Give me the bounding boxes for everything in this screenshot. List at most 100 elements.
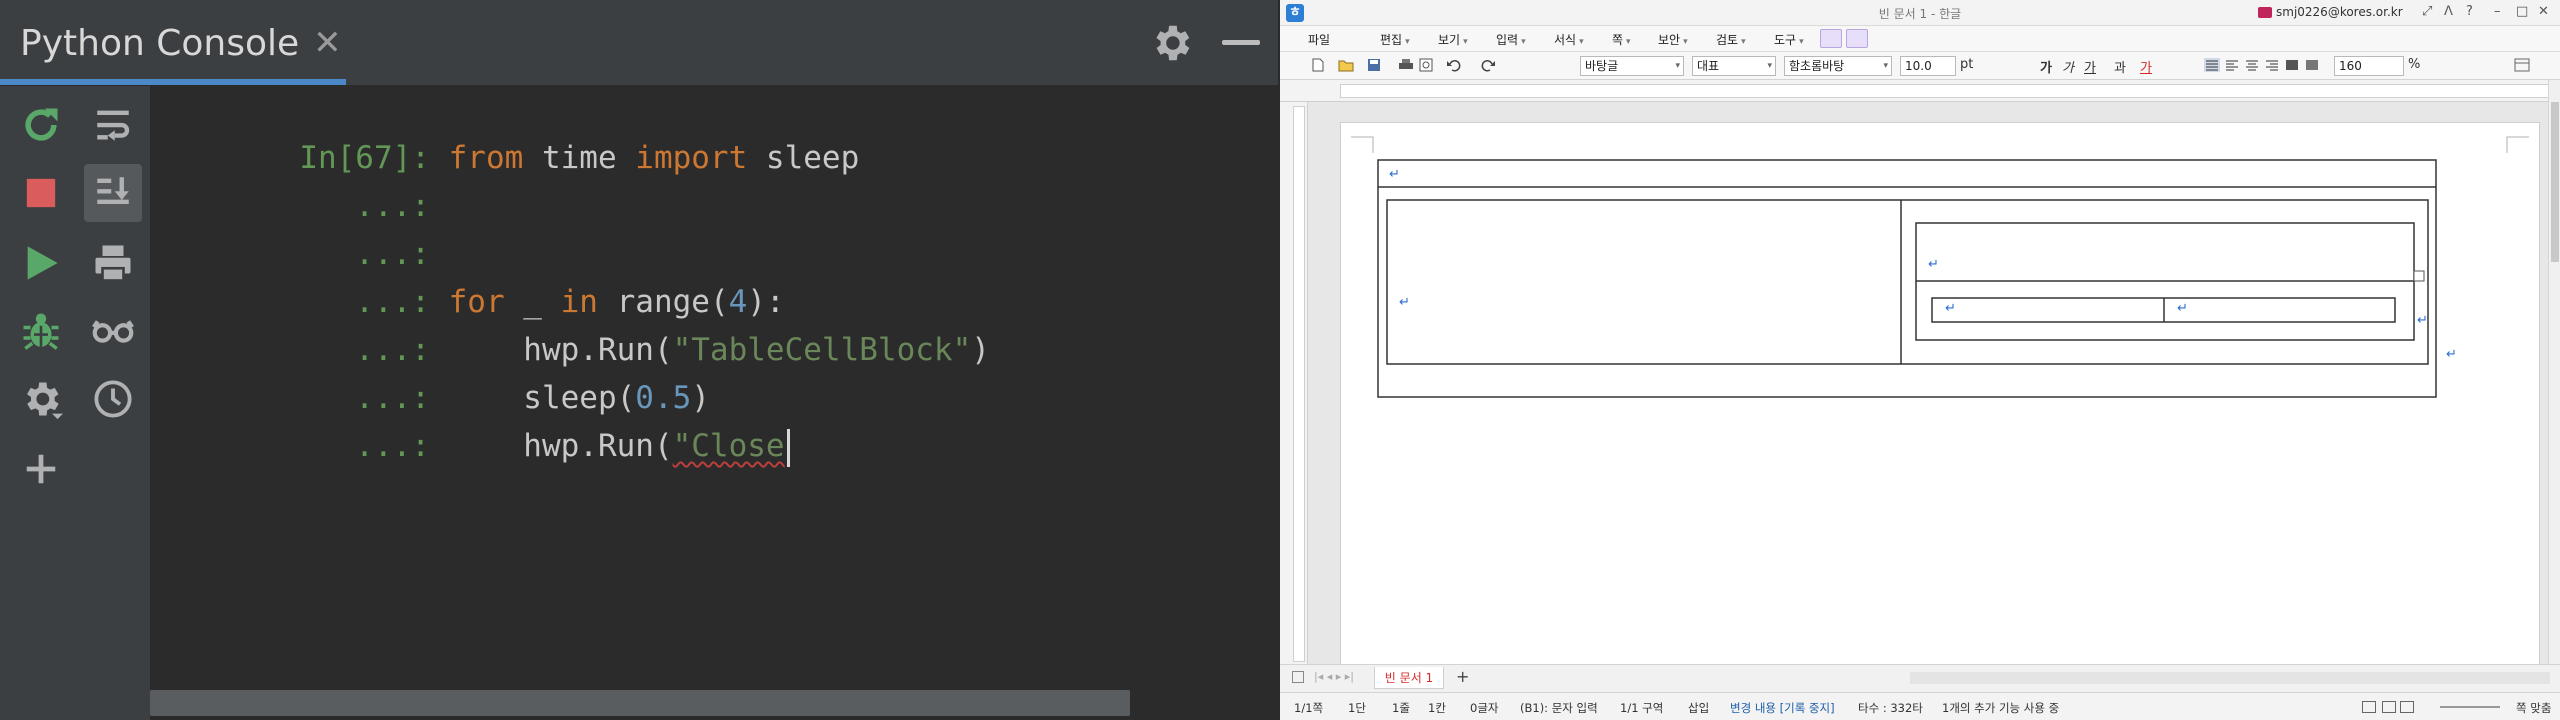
new-document-icon[interactable] — [1310, 58, 1326, 72]
font-name-select[interactable]: 함초롬바탕 ▾ — [1784, 56, 1892, 76]
soft-wrap-icon[interactable] — [84, 96, 142, 154]
vertical-ruler[interactable] — [1290, 102, 1308, 664]
menu-review[interactable]: 검토 ▾ — [1716, 31, 1746, 48]
menu-file[interactable]: 파일 — [1308, 31, 1330, 48]
horizontal-scrollbar[interactable] — [150, 686, 1278, 720]
font-language-select[interactable]: 대표 ▾ — [1692, 56, 1776, 76]
dropdown-arrow-icon: ▾ — [1883, 61, 1888, 71]
paragraph-mark: ↵ — [1399, 295, 1410, 310]
menu-edit[interactable]: 편집 ▾ — [1380, 31, 1410, 48]
save-icon[interactable] — [1366, 58, 1382, 72]
font-size-input[interactable]: 10.0 — [1900, 56, 1956, 76]
menu-security[interactable]: 보안 ▾ — [1658, 31, 1688, 48]
collapse-ribbon-icon[interactable]: ᐱ — [2444, 4, 2453, 19]
maximize-window-button[interactable]: □ — [2516, 4, 2528, 19]
menu-tools[interactable]: 도구 ▾ — [1774, 31, 1804, 48]
divide-icon[interactable] — [2304, 58, 2320, 72]
document-page[interactable]: ↵ ↵ ↵ ↵ ↵ ↵ ↵ — [1340, 122, 2540, 664]
tab-document-1[interactable]: 빈 문서 1 — [1374, 667, 1444, 689]
status-extra-features[interactable]: 1개의 추가 기능 사용 중 — [1942, 700, 2059, 716]
menu-insert[interactable]: 입력 ▾ — [1496, 31, 1526, 48]
stop-icon[interactable] — [12, 164, 70, 222]
document-canvas[interactable]: ↵ ↵ ↵ ↵ ↵ ↵ ↵ — [1308, 102, 2548, 664]
menu-page[interactable]: 쪽 ▾ — [1612, 31, 1631, 48]
layout-toggle-icon[interactable] — [2514, 58, 2530, 72]
zoom-slider[interactable] — [2440, 706, 2500, 708]
table-design-tab-icon[interactable] — [1846, 29, 1868, 48]
strikethrough-button[interactable]: 과 — [2114, 57, 2126, 76]
italic-button[interactable]: 가 — [2062, 57, 2074, 76]
status-chars: 0글자 — [1470, 701, 1499, 715]
align-center-icon[interactable] — [2244, 58, 2260, 72]
underline-button[interactable]: 가 — [2084, 57, 2096, 76]
glasses-icon[interactable] — [84, 302, 142, 360]
user-account[interactable]: smj0226@kores.or.kr — [2258, 5, 2403, 19]
style-select[interactable]: 바탕글 ▾ — [1580, 56, 1684, 76]
view-mode-icon[interactable] — [2382, 701, 2396, 713]
align-justify-icon[interactable] — [2204, 58, 2220, 72]
preview-icon[interactable] — [1418, 58, 1434, 72]
run-icon[interactable] — [12, 234, 70, 292]
view-mode-icon[interactable] — [2400, 701, 2414, 713]
tab-list-icon[interactable] — [1292, 671, 1304, 683]
fullscreen-icon[interactable]: ⤢ — [2422, 4, 2432, 19]
menu-bar: 파일 편집 ▾ 보기 ▾ 입력 ▾ 서식 ▾ 쪽 ▾ 보안 ▾ 검토 ▾ 도구 ▾ — [1280, 26, 2560, 52]
menu-label: 검토 — [1716, 33, 1739, 47]
settings-gear-icon[interactable] — [12, 370, 70, 428]
font-color-button[interactable]: 가 — [2140, 57, 2152, 76]
history-clock-icon[interactable] — [84, 370, 142, 428]
bold-button[interactable]: 가 — [2040, 57, 2052, 76]
add-icon[interactable] — [12, 440, 70, 498]
code-token: hwp.Run( — [448, 428, 673, 464]
console-header: Python Console ✕ — [0, 0, 1278, 86]
scrollbar-thumb[interactable] — [2551, 102, 2559, 262]
rerun-icon[interactable] — [12, 96, 70, 154]
distribute-icon[interactable] — [2284, 58, 2300, 72]
scrollbar-thumb[interactable] — [150, 690, 1130, 716]
close-icon[interactable]: ✕ — [313, 23, 342, 63]
add-tab-icon[interactable]: + — [1456, 667, 1469, 686]
style-value: 바탕글 — [1585, 59, 1619, 73]
account-icon — [2258, 6, 2272, 18]
status-insert-mode[interactable]: 삽입 — [1688, 700, 1709, 716]
open-folder-icon[interactable] — [1338, 58, 1354, 72]
hwp-window: ㅎ 빈 문서 1 - 한글 smj0226@kores.or.kr ⤢ ᐱ ? … — [1280, 0, 2560, 720]
minimize-icon[interactable] — [1222, 40, 1260, 45]
font-size-unit: pt — [1960, 57, 1974, 72]
menu-format[interactable]: 서식 ▾ — [1554, 31, 1584, 48]
font-size-value: 10.0 — [1905, 59, 1932, 73]
print-icon[interactable] — [84, 234, 142, 292]
close-window-button[interactable]: ✕ — [2538, 4, 2549, 19]
scroll-to-end-icon[interactable] — [84, 164, 142, 222]
help-icon[interactable]: ? — [2466, 4, 2473, 19]
menu-label: 입력 — [1496, 33, 1519, 47]
align-right-icon[interactable] — [2264, 58, 2280, 72]
menu-view[interactable]: 보기 ▾ — [1438, 31, 1468, 48]
horizontal-ruler[interactable] — [1280, 80, 2560, 102]
minimize-window-button[interactable]: – — [2494, 4, 2501, 19]
menu-label: 도구 — [1774, 33, 1797, 47]
fit-page-button[interactable]: 쪽 맞춤 — [2516, 700, 2551, 716]
undo-icon[interactable] — [1446, 58, 1462, 72]
print-icon[interactable] — [1398, 58, 1414, 72]
table-tab-icon[interactable] — [1820, 29, 1842, 48]
tab-nav-arrows-icon[interactable]: |◂ ◂ ▸ ▸| — [1314, 670, 1354, 683]
align-left-icon[interactable] — [2224, 58, 2240, 72]
tab-python-console[interactable]: Python Console ✕ — [0, 0, 342, 86]
code-token: "TableCellBlock" — [672, 332, 972, 368]
redo-icon[interactable] — [1480, 58, 1496, 72]
code-token: ) — [971, 332, 990, 368]
vertical-scrollbar[interactable] — [2548, 80, 2560, 664]
view-mode-icon[interactable] — [2362, 701, 2376, 713]
debug-icon[interactable] — [12, 302, 70, 360]
status-track-changes[interactable]: 변경 내용 [기록 중지] — [1730, 700, 1835, 716]
gear-icon[interactable] — [1148, 20, 1194, 66]
menu-label: 보기 — [1438, 33, 1461, 47]
zoom-input[interactable]: 160 — [2334, 56, 2404, 76]
dropdown-arrow-icon: ▾ — [1405, 37, 1410, 47]
menu-label: 서식 — [1554, 33, 1577, 47]
python-console-panel: Python Console ✕ In[67]: from time impor… — [0, 0, 1278, 720]
dropdown-arrow-icon: ▾ — [1463, 37, 1468, 47]
console-input-editor[interactable]: In[67]: from time import sleep ...: ...:… — [150, 86, 1278, 686]
horizontal-scrollbar[interactable] — [1910, 672, 2550, 684]
